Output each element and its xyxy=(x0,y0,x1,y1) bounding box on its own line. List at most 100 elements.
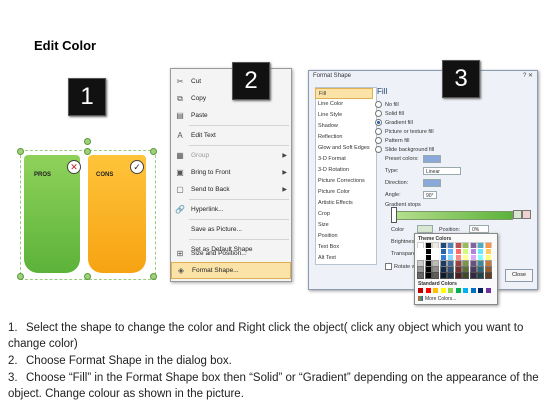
menu-item-save-as-picture[interactable]: Save as Picture... xyxy=(171,221,291,238)
resize-handle[interactable] xyxy=(17,148,24,155)
resize-handle[interactable] xyxy=(150,273,157,280)
color-swatch[interactable] xyxy=(439,260,447,267)
standard-color-swatch[interactable] xyxy=(463,288,468,293)
category-reflection[interactable]: Reflection xyxy=(315,132,373,143)
category-picture-color[interactable]: Picture Color xyxy=(315,187,373,198)
add-stop-icon[interactable] xyxy=(513,210,522,219)
rotate-handle[interactable] xyxy=(84,138,91,145)
remove-stop-icon[interactable] xyxy=(522,210,531,219)
color-swatch[interactable] xyxy=(477,254,484,261)
color-swatch[interactable] xyxy=(454,254,462,261)
angle-input[interactable]: 90° xyxy=(423,191,437,199)
direction-dropdown[interactable] xyxy=(423,179,441,187)
category-fill[interactable]: Fill xyxy=(315,88,373,99)
menu-item-paste[interactable]: ▤ Paste xyxy=(171,107,291,124)
color-swatch[interactable] xyxy=(469,266,477,273)
color-swatch[interactable] xyxy=(424,260,432,267)
category-text-box[interactable]: Text Box xyxy=(315,242,373,253)
color-swatch[interactable] xyxy=(462,254,469,261)
color-swatch[interactable] xyxy=(432,260,439,267)
resize-handle[interactable] xyxy=(17,273,24,280)
menu-item-format-shape[interactable]: ◈ Format Shape... xyxy=(171,262,291,279)
radio-solid-fill[interactable]: Solid fill xyxy=(375,110,404,117)
standard-color-swatch[interactable] xyxy=(425,288,431,293)
dialog-window-buttons[interactable]: ? ✕ xyxy=(523,72,533,79)
menu-item-size-and-position[interactable]: ⊞ Size and Position... xyxy=(171,245,291,262)
color-swatch[interactable] xyxy=(462,266,469,273)
menu-item-copy[interactable]: ⧉ Copy xyxy=(171,90,291,107)
color-swatch[interactable] xyxy=(477,260,484,267)
menu-item-edit-text[interactable]: A Edit Text xyxy=(171,127,291,144)
color-swatch[interactable] xyxy=(454,272,462,279)
color-swatch[interactable] xyxy=(417,254,424,261)
color-swatch[interactable] xyxy=(439,272,447,279)
standard-color-swatch[interactable] xyxy=(470,288,476,293)
color-swatch[interactable] xyxy=(484,254,492,261)
standard-color-swatch[interactable] xyxy=(440,288,446,293)
color-swatch[interactable] xyxy=(454,266,462,273)
color-swatch[interactable] xyxy=(447,272,454,279)
color-swatch[interactable] xyxy=(454,242,462,249)
resize-handle[interactable] xyxy=(84,273,91,280)
radio-no-fill[interactable]: No fill xyxy=(375,101,399,108)
color-swatch[interactable] xyxy=(417,248,424,255)
standard-color-swatch[interactable] xyxy=(448,288,453,293)
category-artistic-effects[interactable]: Artistic Effects xyxy=(315,198,373,209)
standard-color-swatch[interactable] xyxy=(485,288,491,293)
color-swatch[interactable] xyxy=(462,248,469,255)
color-swatch[interactable] xyxy=(469,272,477,279)
color-swatch[interactable] xyxy=(447,242,454,249)
menu-item-bring-to-front[interactable]: ▣ Bring to Front ▶ xyxy=(171,164,291,181)
color-swatch[interactable] xyxy=(447,260,454,267)
standard-color-swatch[interactable] xyxy=(455,288,461,293)
color-swatch[interactable] xyxy=(439,248,447,255)
menu-item-hyperlink[interactable]: 🔗 Hyperlink... xyxy=(171,201,291,218)
color-swatch[interactable] xyxy=(477,248,484,255)
color-swatch[interactable] xyxy=(424,248,432,255)
color-swatch[interactable] xyxy=(484,266,492,273)
color-swatch[interactable] xyxy=(469,260,477,267)
color-swatch[interactable] xyxy=(462,242,469,249)
color-swatch[interactable] xyxy=(432,248,439,255)
color-swatch[interactable] xyxy=(484,260,492,267)
standard-color-swatch[interactable] xyxy=(418,288,423,293)
standard-color-swatch[interactable] xyxy=(433,288,438,293)
color-swatch[interactable] xyxy=(432,272,439,279)
resize-handle[interactable] xyxy=(150,148,157,155)
color-swatch[interactable] xyxy=(417,266,424,273)
gradient-stop-handle[interactable] xyxy=(391,207,397,223)
category-glow[interactable]: Glow and Soft Edges xyxy=(315,143,373,154)
color-swatch[interactable] xyxy=(477,266,484,273)
color-swatch[interactable] xyxy=(447,266,454,273)
color-swatch[interactable] xyxy=(484,242,492,249)
color-swatch[interactable] xyxy=(424,242,432,249)
category-line-color[interactable]: Line Color xyxy=(315,99,373,110)
category-position[interactable]: Position xyxy=(315,231,373,242)
gradient-stops-bar[interactable] xyxy=(391,211,513,220)
color-swatch[interactable] xyxy=(462,272,469,279)
standard-color-swatch[interactable] xyxy=(478,288,483,293)
color-swatch[interactable] xyxy=(447,248,454,255)
type-dropdown[interactable]: Linear xyxy=(423,167,461,175)
color-swatch[interactable] xyxy=(469,254,477,261)
color-swatch[interactable] xyxy=(424,272,432,279)
more-colors-link[interactable]: More Colors... xyxy=(418,296,456,302)
color-swatch[interactable] xyxy=(477,242,484,249)
category-picture-corrections[interactable]: Picture Corrections xyxy=(315,176,373,187)
position-input[interactable]: 0% xyxy=(469,225,489,233)
color-swatch[interactable] xyxy=(439,242,447,249)
color-swatch[interactable] xyxy=(424,266,432,273)
color-dropdown-button[interactable] xyxy=(417,225,433,233)
category-3d-format[interactable]: 3-D Format xyxy=(315,154,373,165)
color-swatch[interactable] xyxy=(484,272,492,279)
menu-item-cut[interactable]: ✂ Cut xyxy=(171,73,291,90)
preset-colors-dropdown[interactable] xyxy=(423,155,441,163)
category-line-style[interactable]: Line Style xyxy=(315,110,373,121)
color-swatch[interactable] xyxy=(417,260,424,267)
menu-item-group[interactable]: ▦ Group ▶ xyxy=(171,147,291,164)
close-button[interactable]: Close xyxy=(505,269,533,282)
rotate-checkbox[interactable]: Rotate w xyxy=(385,263,416,270)
color-swatch[interactable] xyxy=(432,242,439,249)
color-swatch[interactable] xyxy=(462,260,469,267)
radio-gradient-fill[interactable]: Gradient fill xyxy=(375,119,413,126)
